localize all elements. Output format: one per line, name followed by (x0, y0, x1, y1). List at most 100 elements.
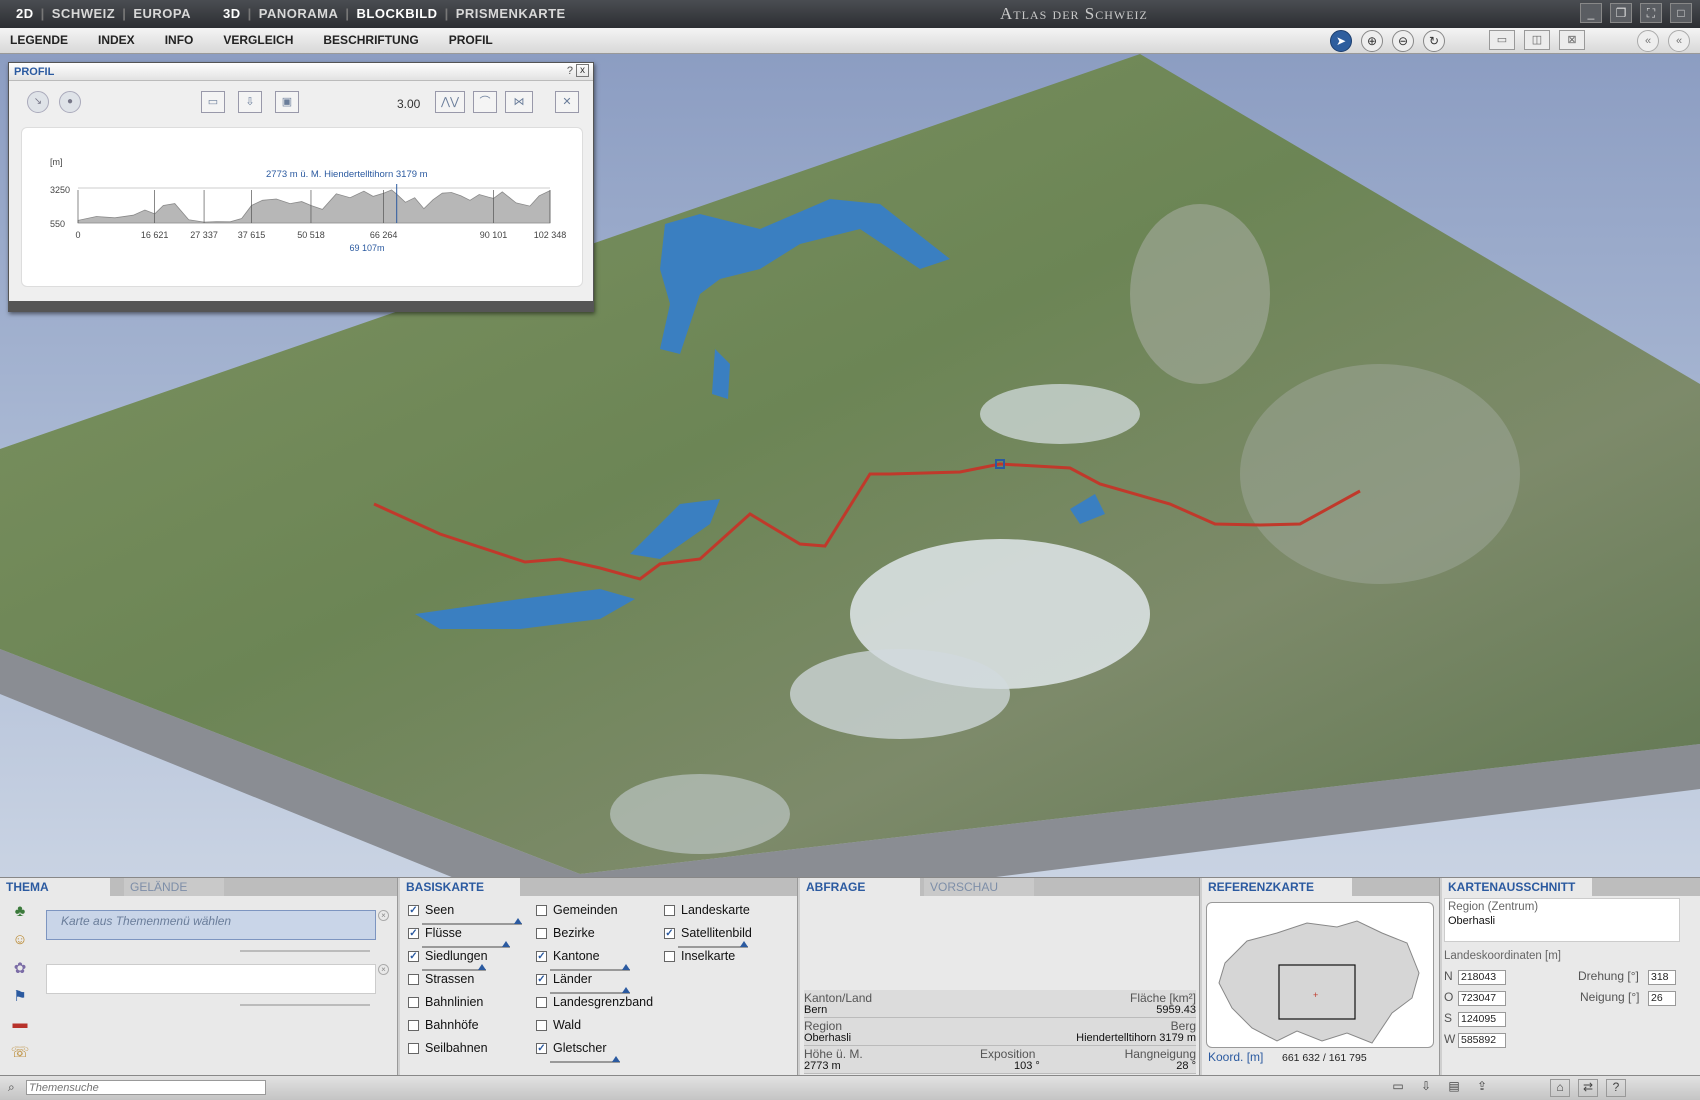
n-field[interactable]: 218043 (1458, 970, 1506, 985)
checkbox[interactable] (536, 927, 547, 939)
w-field[interactable]: 585892 (1458, 1033, 1506, 1048)
menu-index[interactable]: INDEX (98, 33, 135, 47)
checkbox[interactable] (408, 973, 419, 985)
checkbox[interactable]: ✓ (536, 973, 547, 985)
scale-icon[interactable]: ⋀⋁ (435, 91, 465, 113)
restore-icon[interactable]: ❐ (1610, 3, 1632, 23)
fullscreen-icon[interactable]: ⛶ (1640, 3, 1662, 23)
phone-icon[interactable]: ☏ (6, 1043, 34, 1065)
zoom-out-icon[interactable]: ⊖ (1392, 30, 1414, 52)
help-icon[interactable]: ? (567, 65, 573, 77)
stop-icon[interactable]: ● (59, 91, 81, 113)
layer-wald[interactable]: Wald (536, 1018, 581, 1032)
layer-fluesse[interactable]: ✓ Flüsse (408, 926, 462, 940)
tab-vorschau[interactable]: VORSCHAU (924, 878, 1034, 896)
theme-opacity-slider[interactable] (240, 950, 370, 952)
flag-icon[interactable]: ⚑ (6, 987, 34, 1009)
layer-bahnhoefe[interactable]: Bahnhöfe (408, 1018, 479, 1032)
back-icon[interactable]: « (1668, 30, 1690, 52)
checkbox[interactable]: ✓ (408, 927, 419, 939)
reference-map[interactable]: + (1206, 902, 1434, 1048)
diagonal-icon[interactable]: ⊠ (1559, 30, 1585, 50)
checkbox[interactable] (536, 904, 547, 916)
checkbox[interactable]: ✓ (536, 950, 547, 962)
layer-slider[interactable] (422, 964, 486, 971)
mode-panorama[interactable]: PANORAMA (253, 6, 345, 21)
home-icon[interactable]: ⌂ (1550, 1079, 1570, 1097)
minimize-icon[interactable]: _ (1580, 3, 1602, 23)
layer-landesgrenzband[interactable]: Landesgrenzband (536, 995, 653, 1009)
neigung-field[interactable]: 26 (1648, 991, 1676, 1006)
export-icon[interactable]: ⇪ (1472, 1079, 1492, 1097)
layer-gemeinden[interactable]: Gemeinden (536, 903, 618, 917)
layer-slider[interactable] (678, 941, 748, 948)
mode-europa[interactable]: EUROPA (127, 6, 197, 21)
layer-seen[interactable]: ✓ Seen (408, 903, 454, 917)
help-icon[interactable]: ? (1606, 1079, 1626, 1097)
clear-icon[interactable]: × (378, 910, 389, 921)
zoom-in-icon[interactable]: ⊕ (1361, 30, 1383, 52)
close-icon[interactable]: x (576, 64, 589, 77)
layer-siedlungen[interactable]: ✓ Siedlungen (408, 949, 488, 963)
split-horizontal-icon[interactable]: ▭ (1489, 30, 1515, 50)
checkbox[interactable] (408, 1042, 419, 1054)
collapse-icon[interactable]: « (1637, 30, 1659, 52)
checkbox[interactable] (408, 1019, 419, 1031)
image-icon[interactable]: ▣ (275, 91, 299, 113)
layer-slider[interactable] (550, 1056, 620, 1063)
settings-icon[interactable]: ⋈ (505, 91, 533, 113)
profile-resize-bar[interactable] (9, 301, 593, 311)
layer-seilbahnen[interactable]: Seilbahnen (408, 1041, 488, 1055)
curve-icon[interactable]: ⌒ (473, 91, 497, 113)
tab-kartenausschnitt[interactable]: KARTENAUSSCHNITT (1442, 878, 1592, 896)
folder-icon[interactable]: ▭ (201, 91, 225, 113)
route-icon[interactable]: ↘ (27, 91, 49, 113)
mode-2d[interactable]: 2D (10, 6, 40, 21)
theme-map-select[interactable]: Karte aus Themenmenü wählen (46, 910, 376, 940)
theme-map-secondary[interactable] (46, 964, 376, 994)
tab-gelaende[interactable]: GELÄNDE (124, 878, 224, 896)
mode-schweiz[interactable]: SCHWEIZ (46, 6, 121, 21)
exaggeration-value[interactable]: 3.00 (397, 97, 420, 111)
layer-kantone[interactable]: ✓ Kantone (536, 949, 600, 963)
drehung-field[interactable]: 318 (1648, 970, 1676, 985)
tab-thema[interactable]: THEMA (0, 878, 110, 896)
theme-search-input[interactable] (26, 1080, 266, 1095)
train-icon[interactable]: ▬ (6, 1015, 34, 1037)
mode-prismenkarte[interactable]: PRISMENKARTE (450, 6, 572, 21)
layer-slider[interactable] (550, 964, 630, 971)
checkbox[interactable] (664, 904, 675, 916)
menu-legende[interactable]: LEGENDE (10, 33, 68, 47)
layer-inselkarte[interactable]: Inselkarte (664, 949, 735, 963)
layer-slider[interactable] (422, 918, 522, 925)
menu-beschriftung[interactable]: BESCHRIFTUNG (323, 33, 418, 47)
clear-icon[interactable]: ✕ (555, 91, 579, 113)
layer-strassen[interactable]: Strassen (408, 972, 474, 986)
print-icon[interactable]: ▤ (1444, 1079, 1464, 1097)
download-icon[interactable]: ⇩ (238, 91, 262, 113)
tab-basiskarte[interactable]: BASISKARTE (400, 878, 520, 896)
s-field[interactable]: 124095 (1458, 1012, 1506, 1027)
menu-info[interactable]: INFO (165, 33, 194, 47)
layer-laender[interactable]: ✓ Länder (536, 972, 592, 986)
profile-chart[interactable]: [m] 3250 550 2773 m ü. M. Hiendertelltih… (21, 127, 583, 287)
people-icon[interactable]: ☺ (6, 931, 34, 953)
layer-slider[interactable] (550, 987, 630, 994)
checkbox[interactable]: ✓ (408, 904, 419, 916)
menu-profil[interactable]: PROFIL (449, 33, 493, 47)
checkbox[interactable] (664, 950, 675, 962)
layer-satellitenbild[interactable]: ✓ Satellitenbild (664, 926, 752, 940)
pointer-icon[interactable]: ➤ (1330, 30, 1352, 52)
mode-blockbild[interactable]: BLOCKBILD (351, 6, 444, 21)
tab-abfrage[interactable]: ABFRAGE (800, 878, 920, 896)
checkbox[interactable]: ✓ (536, 1042, 547, 1054)
clear-icon[interactable]: × (378, 964, 389, 975)
theme-opacity-slider[interactable] (240, 1004, 370, 1006)
save-icon[interactable]: ⇩ (1416, 1079, 1436, 1097)
split-vertical-icon[interactable]: ◫ (1524, 30, 1550, 50)
forest-icon[interactable]: ♣ (6, 903, 34, 925)
o-field[interactable]: 723047 (1458, 991, 1506, 1006)
layer-landeskarte[interactable]: Landeskarte (664, 903, 750, 917)
checkbox[interactable]: ✓ (664, 927, 675, 939)
tab-referenzkarte[interactable]: REFERENZKARTE (1202, 878, 1352, 896)
